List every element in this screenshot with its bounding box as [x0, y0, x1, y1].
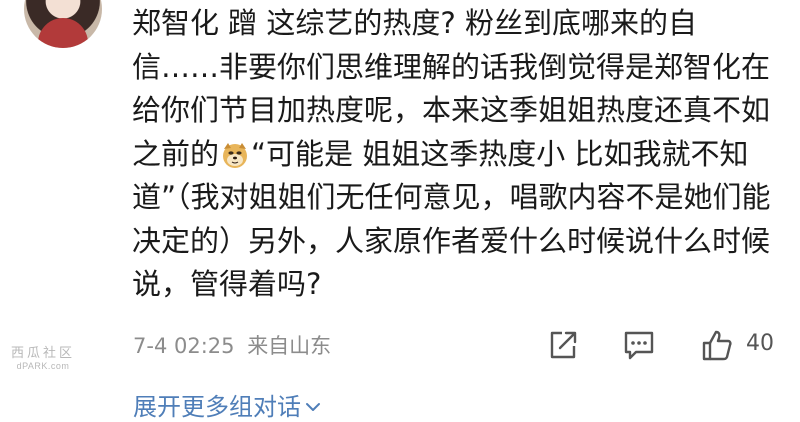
watermark-line-1: 西瓜社区 [10, 345, 75, 360]
timestamp: 7-4 02:25 [133, 334, 235, 358]
watermark: 西瓜社区 dPARK.com [7, 342, 79, 371]
expand-conversation-link[interactable]: 展开更多组对话 [133, 387, 321, 422]
share-icon[interactable] [546, 328, 580, 362]
thumbs-up-icon[interactable] [700, 328, 734, 362]
user-avatar[interactable] [24, 0, 102, 48]
comment-meta: 7-4 02:25 来自山东 [133, 330, 331, 360]
expand-label: 展开更多组对话 [133, 393, 301, 421]
chevron-down-icon [306, 403, 320, 411]
doge-emoji [223, 142, 248, 168]
watermark-line-2: dPARK.com [16, 361, 70, 371]
like-count: 40 [746, 331, 774, 356]
comment-text: 郑智化 蹭 这综艺的热度? 粉丝到底哪来的自信……非要你们思维理解的话我倒觉得是… [132, 2, 772, 307]
avatar-figure [38, 18, 88, 48]
location-source: 来自山东 [247, 334, 332, 358]
comment-icon[interactable] [622, 328, 656, 362]
